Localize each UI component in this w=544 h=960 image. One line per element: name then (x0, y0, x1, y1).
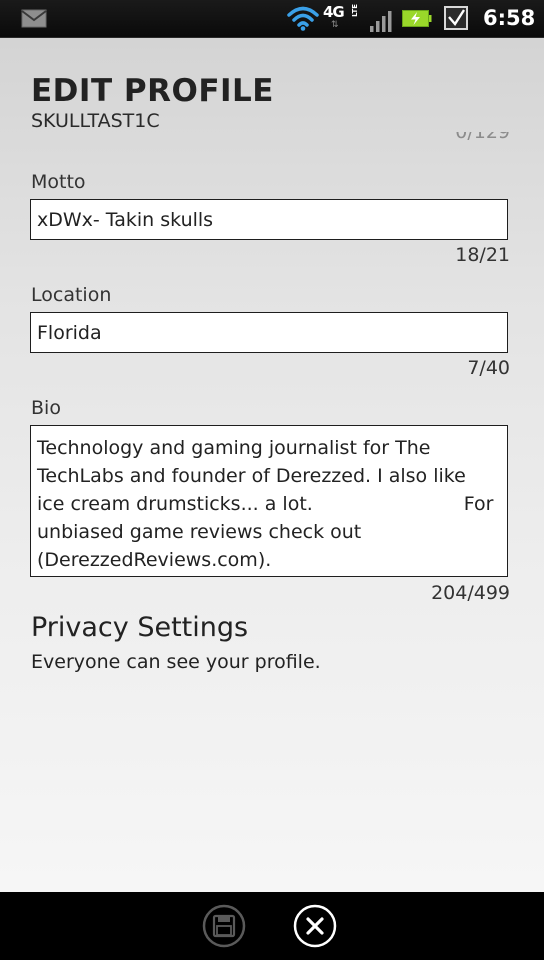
clock-time: 6:58 (483, 6, 536, 30)
gamertag: SKULLTAST1C (31, 110, 160, 132)
edit-profile-page: EDIT PROFILE SKULLTAST1C 0/129 Motto xDW… (0, 38, 544, 892)
network-4g-icon: 4G LTE ⇅ (323, 3, 363, 33)
privacy-settings-description[interactable]: Everyone can see your profile. (31, 651, 321, 673)
close-icon[interactable] (293, 904, 337, 948)
location-label: Location (31, 284, 112, 306)
battery-charging-icon (402, 10, 432, 27)
bio-label: Bio (31, 397, 61, 419)
network-sublabel: LTE (351, 4, 359, 17)
wifi-icon (287, 6, 319, 31)
network-label: 4G (323, 3, 345, 21)
checkbox-icon (444, 6, 468, 30)
motto-counter: 18/21 (455, 244, 510, 266)
save-icon[interactable] (202, 904, 246, 948)
signal-icon (370, 11, 392, 32)
bio-counter: 204/499 (431, 582, 510, 604)
status-bar: 4G LTE ⇅ 6:58 (0, 0, 544, 38)
motto-label: Motto (31, 171, 86, 193)
clipped-character-counter: 0/129 (455, 132, 510, 144)
gmail-icon (21, 9, 47, 28)
bio-field[interactable]: Technology and gaming journalist for The… (30, 425, 508, 577)
app-bar (0, 892, 544, 960)
motto-field[interactable]: xDWx- Takin skulls (30, 199, 508, 240)
privacy-settings-link[interactable]: Privacy Settings (31, 612, 248, 643)
location-counter: 7/40 (467, 357, 510, 379)
location-field[interactable]: Florida (30, 312, 508, 353)
data-arrows-icon: ⇅ (331, 20, 339, 30)
page-title: EDIT PROFILE (31, 73, 274, 109)
clipped-counter-text: 0/129 (455, 132, 510, 143)
